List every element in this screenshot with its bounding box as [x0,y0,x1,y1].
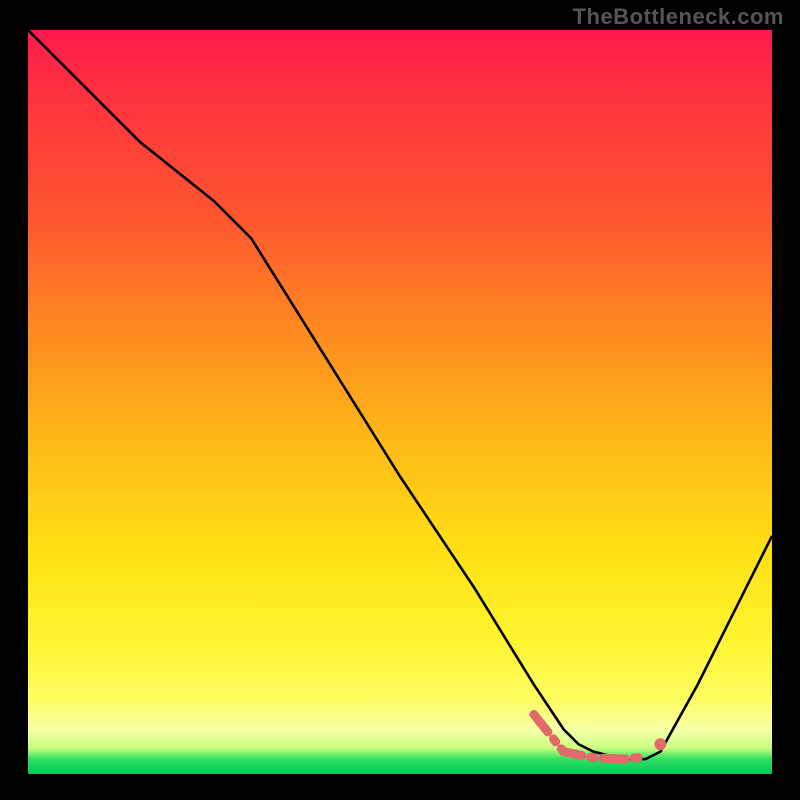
chart-svg [28,30,772,774]
optimal-dot [654,738,666,750]
plot-area [28,30,772,774]
bottleneck-curve-line [28,30,772,759]
watermark-text: TheBottleneck.com [573,4,784,30]
optimal-marker-line [534,714,646,759]
chart-frame: TheBottleneck.com [0,0,800,800]
